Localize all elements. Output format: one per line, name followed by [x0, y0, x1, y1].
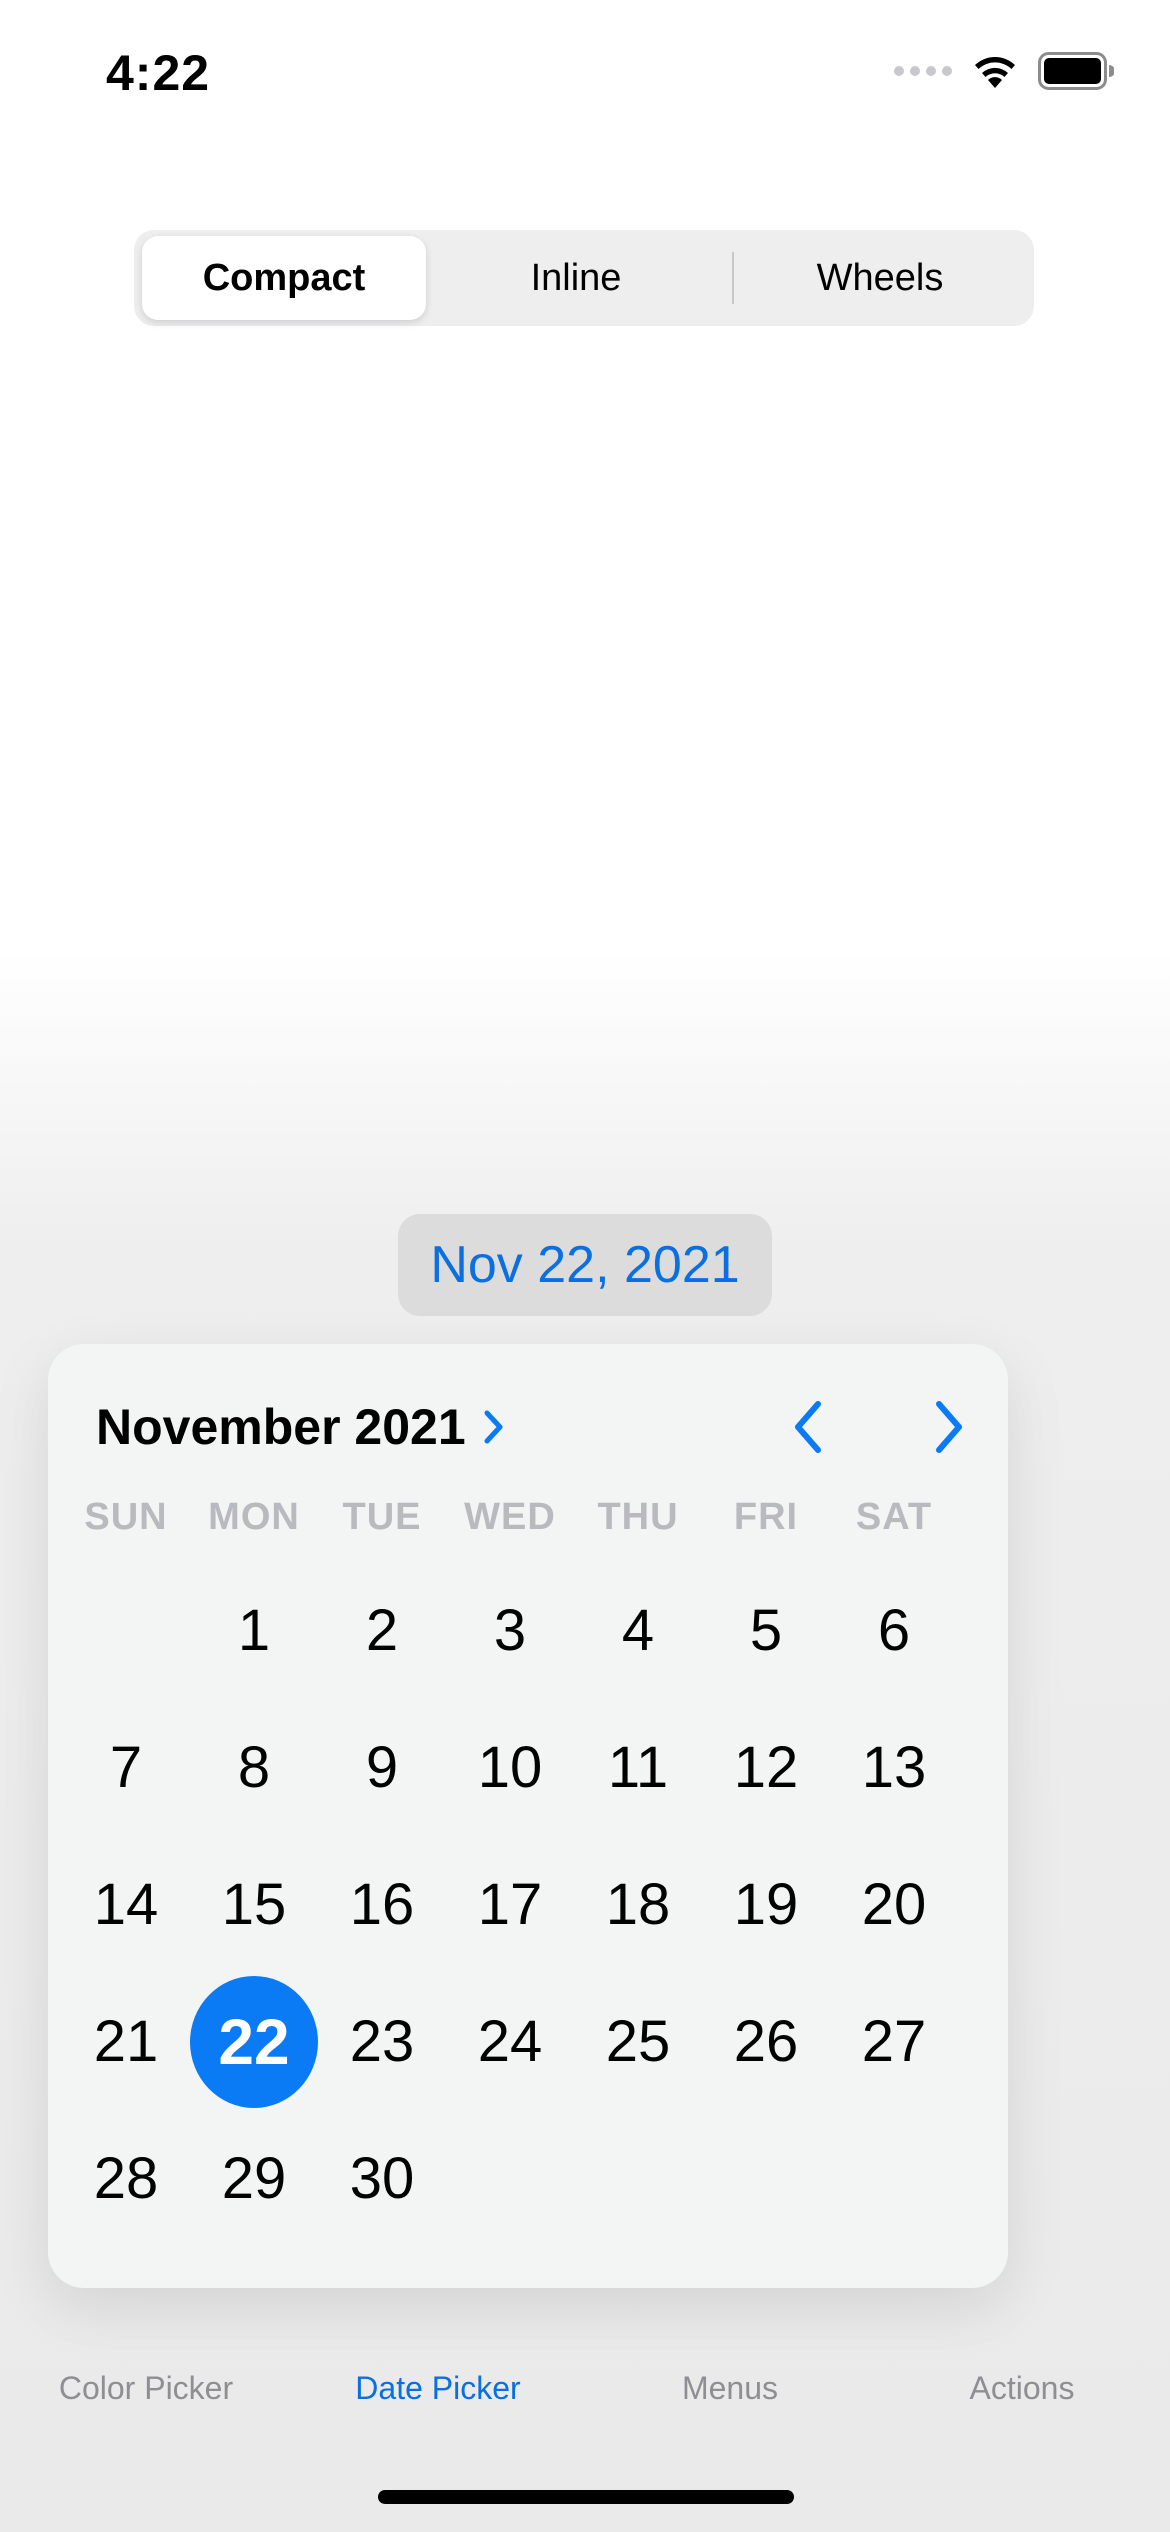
weekday-header: SUN MON TUE WED THU FRI SAT	[62, 1496, 958, 1539]
status-icons	[894, 52, 1114, 90]
chevron-right-icon	[482, 1408, 506, 1446]
empty-day-cell	[830, 2110, 958, 2247]
next-month-button[interactable]	[914, 1392, 984, 1462]
weekday-label: THU	[597, 1496, 679, 1538]
weekday-label: SUN	[84, 1496, 168, 1538]
day-cell[interactable]: 3	[446, 1562, 574, 1699]
weekday-label: MON	[208, 1496, 300, 1538]
day-cell[interactable]: 30	[318, 2110, 446, 2247]
day-cell[interactable]: 28	[62, 2110, 190, 2247]
day-cell[interactable]: 17	[446, 1836, 574, 1973]
selected-day-cell[interactable]: 22	[190, 1973, 318, 2110]
day-cell[interactable]: 14	[62, 1836, 190, 1973]
day-cell[interactable]: 18	[574, 1836, 702, 1973]
segment-inline[interactable]: Inline	[426, 236, 726, 320]
weekday-label: SAT	[855, 1496, 933, 1538]
date-button[interactable]: Nov 22, 2021	[398, 1214, 772, 1316]
day-cell[interactable]: 24	[446, 1973, 574, 2110]
weekday-label: WED	[464, 1496, 556, 1538]
day-cell[interactable]: 26	[702, 1973, 830, 2110]
day-cell[interactable]: 8	[190, 1699, 318, 1836]
empty-day-cell	[62, 1562, 190, 1699]
month-year-picker-button[interactable]: November 2021	[96, 1398, 506, 1456]
segment-compact[interactable]: Compact	[142, 236, 426, 320]
day-cell[interactable]: 27	[830, 1973, 958, 2110]
day-cell[interactable]: 2	[318, 1562, 446, 1699]
previous-month-button[interactable]	[773, 1392, 843, 1462]
segment-wheels[interactable]: Wheels	[734, 236, 1026, 320]
weekday-label: FRI	[733, 1496, 799, 1538]
day-cell[interactable]: 1	[190, 1562, 318, 1699]
tab-color-picker[interactable]: Color Picker	[6, 2370, 286, 2407]
day-cell[interactable]: 13	[830, 1699, 958, 1836]
day-cell[interactable]: 15	[190, 1836, 318, 1973]
empty-day-cell	[446, 2110, 574, 2247]
status-time: 4:22	[106, 45, 211, 101]
wifi-icon	[975, 57, 1015, 88]
tab-menus[interactable]: Menus	[590, 2370, 870, 2407]
day-cell[interactable]: 21	[62, 1973, 190, 2110]
day-cell[interactable]: 10	[446, 1699, 574, 1836]
weekday-label: TUE	[342, 1496, 422, 1538]
home-indicator[interactable]	[378, 2490, 794, 2504]
tab-bar: Color Picker Date Picker Menus Actions	[0, 2370, 1170, 2440]
battery-icon	[1038, 52, 1114, 90]
day-cell[interactable]: 7	[62, 1699, 190, 1836]
empty-day-cell	[702, 2110, 830, 2247]
empty-day-cell	[574, 2110, 702, 2247]
tab-date-picker[interactable]: Date Picker	[298, 2370, 578, 2407]
day-cell[interactable]: 23	[318, 1973, 446, 2110]
day-cell[interactable]: 5	[702, 1562, 830, 1699]
day-cell[interactable]: 4	[574, 1562, 702, 1699]
date-picker-style-segmented-control: Compact Inline Wheels	[134, 230, 1034, 326]
day-cell[interactable]: 16	[318, 1836, 446, 1973]
chevron-right-icon	[936, 1401, 962, 1453]
day-cell[interactable]: 19	[702, 1836, 830, 1973]
day-cell[interactable]: 25	[574, 1973, 702, 2110]
month-year-label: November 2021	[96, 1399, 466, 1455]
day-cell[interactable]: 29	[190, 2110, 318, 2247]
signal-dots-icon	[894, 66, 952, 76]
chevron-left-icon	[795, 1401, 821, 1453]
calendar-popover: November 2021 SUN MON TUE WED THU FRI SA…	[48, 1344, 1008, 2288]
day-cell[interactable]: 11	[574, 1699, 702, 1836]
tab-actions[interactable]: Actions	[882, 2370, 1162, 2407]
day-grid: 1 2 3 4 5 6 7 8 9 10 11 12 13 14 15 16 1…	[62, 1562, 958, 2247]
day-cell[interactable]: 6	[830, 1562, 958, 1699]
day-cell[interactable]: 12	[702, 1699, 830, 1836]
day-cell[interactable]: 20	[830, 1836, 958, 1973]
day-cell[interactable]: 9	[318, 1699, 446, 1836]
